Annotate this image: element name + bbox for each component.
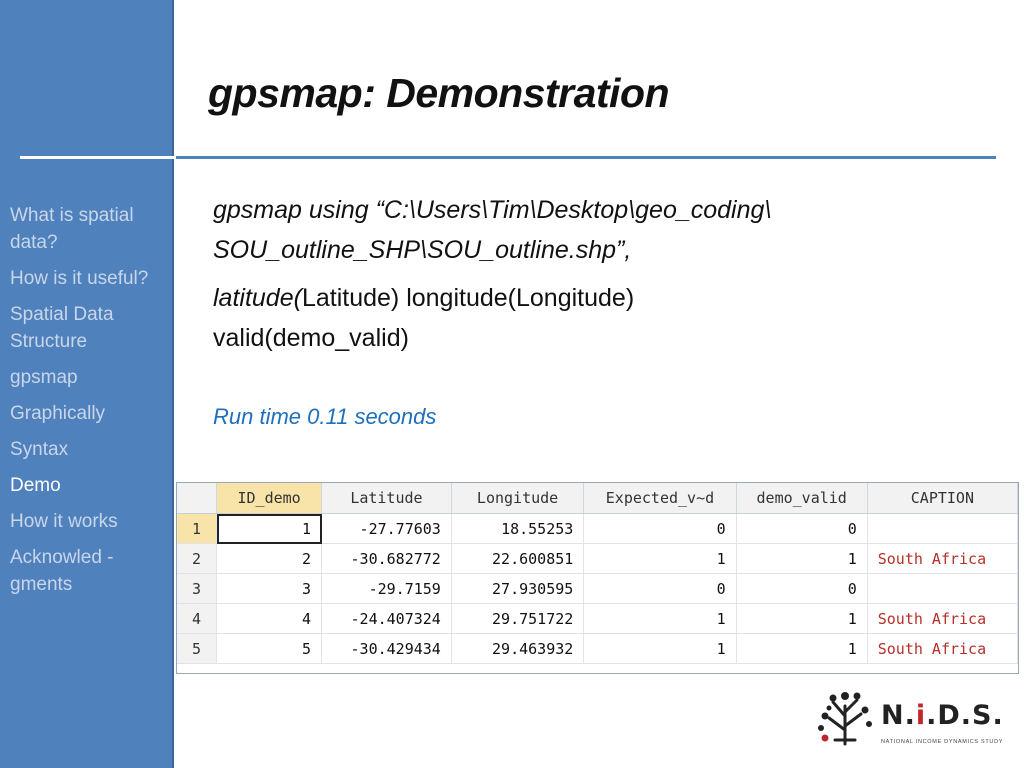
logo-wordmark: N.i.D.S. <box>881 700 1004 731</box>
table-cell[interactable]: 1 <box>216 513 323 544</box>
slide-title: gpsmap: Demonstration <box>208 70 670 116</box>
table-cell[interactable]: -29.7159 <box>321 573 452 604</box>
table-cell[interactable] <box>867 573 1018 604</box>
table-cell[interactable]: 3 <box>216 573 323 604</box>
column-header[interactable]: CAPTION <box>867 483 1018 514</box>
table-cell[interactable]: 0 <box>583 573 737 604</box>
table-cell[interactable]: -30.682772 <box>321 543 452 574</box>
command-line-3-italic: latitude( <box>213 284 302 312</box>
command-line-3: Latitude) longitude(Longitude) <box>301 284 635 312</box>
table-cell[interactable]: 1 <box>583 543 737 574</box>
table-cell[interactable]: 1 <box>736 543 868 574</box>
command-block: gpsmap using “C:\Users\Tim\Desktop\geo_c… <box>213 190 993 358</box>
table-cell[interactable]: South Africa <box>867 603 1018 634</box>
column-header[interactable]: demo_valid <box>736 483 868 514</box>
table-row[interactable]: 1 1 -27.77603 18.55253 0 0 <box>177 513 1018 544</box>
column-header[interactable]: Longitude <box>451 483 585 514</box>
table-cell[interactable]: South Africa <box>867 543 1018 574</box>
row-number[interactable]: 2 <box>177 543 218 574</box>
command-line-4: valid(demo_valid) <box>213 324 409 352</box>
sidebar: What is spatial data? How is it useful? Sp… <box>0 0 176 768</box>
table-row[interactable]: 4 4 -24.407324 29.751722 1 1 South Africa <box>177 603 1018 634</box>
table-row[interactable]: 5 5 -30.429434 29.463932 1 1 South Africa <box>177 633 1018 664</box>
table-cell[interactable]: 22.600851 <box>451 543 585 574</box>
sidebar-item-5[interactable]: Syntax <box>10 436 170 463</box>
table-cell[interactable]: 27.930595 <box>451 573 585 604</box>
sidebar-item-7[interactable]: How it works <box>10 508 170 535</box>
table-cell[interactable]: 0 <box>736 513 868 544</box>
table-cell[interactable]: 0 <box>583 513 737 544</box>
tree-icon <box>818 692 872 746</box>
table-cell[interactable]: 29.463932 <box>451 633 585 664</box>
row-number[interactable]: 3 <box>177 573 218 604</box>
data-browser[interactable]: ID_demo Latitude Longitude Expected_v~d demo… <box>176 482 1019 674</box>
title-divider <box>176 156 996 159</box>
table-row[interactable]: 2 2 -30.682772 22.600851 1 1 South Africa <box>177 543 1018 574</box>
grid-corner <box>177 483 218 514</box>
sidebar-item-3[interactable]: gpsmap <box>10 364 170 391</box>
table-cell[interactable]: 18.55253 <box>451 513 585 544</box>
table-cell[interactable] <box>867 513 1018 544</box>
row-number[interactable]: 1 <box>177 513 218 544</box>
sidebar-item-2[interactable]: Spatial Data Structure <box>10 301 170 355</box>
nids-logo: N.i.D.S. NATIONAL INCOME DYNAMICS STUDY <box>815 688 1015 750</box>
table-cell[interactable]: 1 <box>583 603 737 634</box>
table-cell[interactable]: 5 <box>216 633 323 664</box>
table-row[interactable]: 3 3 -29.7159 27.930595 0 0 <box>177 573 1018 604</box>
sidebar-divider <box>20 156 176 159</box>
table-cell[interactable]: 4 <box>216 603 323 634</box>
column-header[interactable]: Expected_v~d <box>583 483 737 514</box>
logo-subtitle: NATIONAL INCOME DYNAMICS STUDY <box>881 739 1004 745</box>
table-cell[interactable]: 2 <box>216 543 323 574</box>
row-number[interactable]: 4 <box>177 603 218 634</box>
sidebar-item-6[interactable]: Demo <box>10 472 170 499</box>
command-line-2: SOU_outline_SHP\SOU_outline.shp”, <box>213 236 632 264</box>
sidebar-item-4[interactable]: Graphically <box>10 400 170 427</box>
column-header[interactable]: Latitude <box>321 483 452 514</box>
table-cell[interactable]: -30.429434 <box>321 633 452 664</box>
command-line-1: gpsmap using “C:\Users\Tim\Desktop\geo_c… <box>213 196 772 224</box>
table-cell[interactable]: 0 <box>736 573 868 604</box>
table-cell[interactable]: 1 <box>736 633 868 664</box>
sidebar-item-8[interactable]: Acknowled - gments <box>10 544 170 598</box>
table-cell[interactable]: -27.77603 <box>321 513 452 544</box>
table-cell[interactable]: -24.407324 <box>321 603 452 634</box>
sidebar-item-1[interactable]: How is it useful? <box>10 265 170 292</box>
table-cell[interactable]: South Africa <box>867 633 1018 664</box>
row-number[interactable]: 5 <box>177 633 218 664</box>
table-cell[interactable]: 29.751722 <box>451 603 585 634</box>
table-cell[interactable]: 1 <box>583 633 737 664</box>
run-time-note: Run time 0.11 seconds <box>213 404 437 429</box>
column-header[interactable]: ID_demo <box>216 483 323 514</box>
sidebar-item-0[interactable]: What is spatial data? <box>10 202 170 256</box>
table-cell[interactable]: 1 <box>736 603 868 634</box>
sidebar-nav: What is spatial data? How is it useful? Sp… <box>10 202 170 607</box>
data-table: ID_demo Latitude Longitude Expected_v~d demo… <box>177 483 1018 664</box>
